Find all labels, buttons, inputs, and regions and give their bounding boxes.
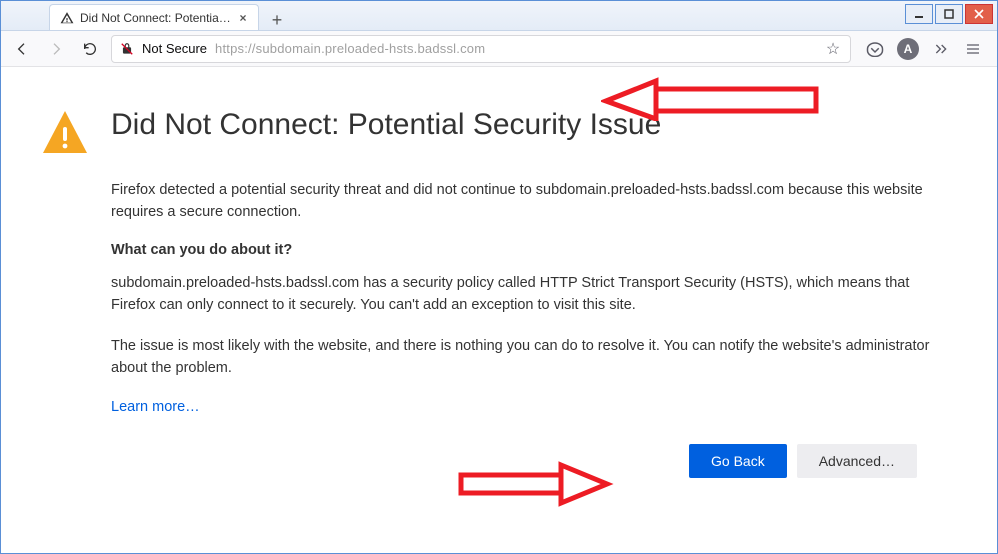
learn-more-link[interactable]: Learn more…: [111, 399, 200, 415]
pocket-icon[interactable]: [865, 39, 885, 59]
url-text: https://subdomain.preloaded-hsts.badssl.…: [215, 41, 816, 56]
lead-paragraph: Firefox detected a potential security th…: [111, 179, 931, 224]
browser-toolbar: Not Secure https://subdomain.preloaded-h…: [1, 31, 997, 67]
tab-close-icon[interactable]: ×: [236, 11, 250, 25]
tab-active[interactable]: Did Not Connect: Potential Secu ×: [49, 4, 259, 30]
subhead: What can you do about it?: [111, 242, 931, 258]
window-maximize-button[interactable]: [935, 4, 963, 24]
avatar-label: A: [904, 42, 913, 56]
not-secure-lock-icon: [120, 42, 134, 56]
account-avatar[interactable]: A: [897, 38, 919, 60]
go-back-button[interactable]: Go Back: [689, 444, 787, 478]
overflow-chevrons-icon[interactable]: [931, 39, 951, 59]
url-bar[interactable]: Not Secure https://subdomain.preloaded-h…: [111, 35, 851, 63]
tab-title: Did Not Connect: Potential Secu: [80, 11, 232, 25]
body-paragraph-2: The issue is most likely with the websit…: [111, 335, 931, 380]
body-text: Firefox detected a potential security th…: [111, 179, 931, 416]
page-content: Did Not Connect: Potential Security Issu…: [1, 67, 997, 478]
back-button[interactable]: [9, 36, 35, 62]
toolbar-right: A: [865, 38, 983, 60]
tab-strip: Did Not Connect: Potential Secu × +: [9, 1, 287, 30]
forward-button[interactable]: [43, 36, 69, 62]
page-title: Did Not Connect: Potential Security Issu…: [111, 107, 661, 143]
reload-button[interactable]: [77, 36, 103, 62]
not-secure-label: Not Secure: [142, 41, 207, 56]
advanced-button[interactable]: Advanced…: [797, 444, 917, 478]
window-close-button[interactable]: [965, 4, 993, 24]
window-minimize-button[interactable]: [905, 4, 933, 24]
warning-exclamation-icon: [41, 109, 89, 157]
warning-triangle-icon: [60, 11, 74, 25]
window-titlebar: Did Not Connect: Potential Secu × +: [1, 1, 997, 31]
title-row: Did Not Connect: Potential Security Issu…: [41, 107, 957, 157]
button-row: Go Back Advanced…: [41, 444, 917, 478]
new-tab-button[interactable]: +: [267, 10, 287, 30]
body-paragraph-1: subdomain.preloaded-hsts.badssl.com has …: [111, 272, 931, 317]
window-controls: [905, 4, 993, 24]
menu-hamburger-icon[interactable]: [963, 39, 983, 59]
bookmark-star-icon[interactable]: ☆: [824, 39, 842, 59]
